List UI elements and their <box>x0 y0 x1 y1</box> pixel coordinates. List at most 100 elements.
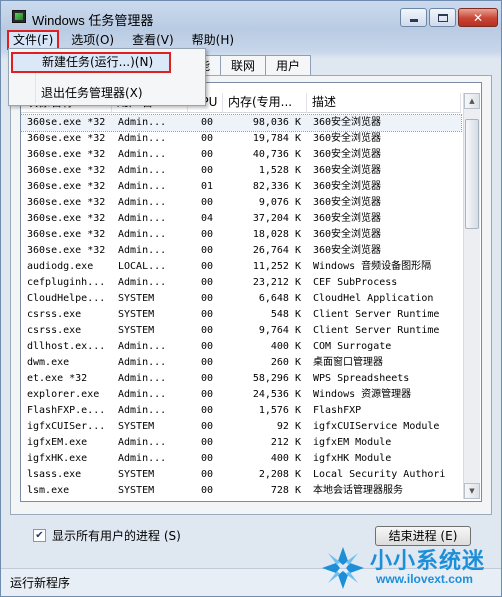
table-row[interactable]: 360se.exe *32 Admin... 00 26,764 K 360安全浏览器 <box>21 243 461 259</box>
menu-options[interactable]: 选项(O) <box>65 30 120 50</box>
process-memory: 98,036 K <box>252 117 301 128</box>
table-row[interactable]: csrss.exe SYSTEM 00 548 K Client Server Runt… <box>21 307 461 323</box>
process-memory: 1,576 K <box>258 405 301 416</box>
process-cpu: 00 <box>201 405 214 416</box>
scroll-up-icon[interactable]: ▲ <box>464 93 480 109</box>
process-memory: 23,212 K <box>252 277 301 288</box>
process-list[interactable]: 映像名称 用户名 CPU 内存(专用... 描述 360se.exe *32Ad… <box>20 82 482 502</box>
table-row[interactable]: dwm.exe Admin... 00 260 K 桌面窗口管理器 <box>21 355 461 371</box>
close-button[interactable]: ✕ <box>458 8 498 27</box>
process-name: explorer.exe <box>27 389 100 400</box>
show-all-users-checkbox[interactable]: ✔ <box>33 529 46 542</box>
process-cpu: 00 <box>201 197 214 208</box>
process-user: Admin... <box>118 437 167 448</box>
process-name: 360se.exe *32 <box>27 229 106 240</box>
process-cpu: 00 <box>201 357 214 368</box>
vertical-scrollbar[interactable]: ▲ ▼ <box>463 93 480 499</box>
process-user: Admin... <box>118 197 167 208</box>
table-row[interactable]: FlashFXP.e... Admin... 00 1,576 K FlashFXP <box>21 403 461 419</box>
table-row[interactable]: CloudHelpe... SYSTEM 00 6,648 K CloudHel App… <box>21 291 461 307</box>
close-icon: ✕ <box>472 10 484 25</box>
minimize-button[interactable] <box>400 8 427 27</box>
process-description: 360安全浏览器 <box>313 245 382 256</box>
process-name: 360se.exe *32 <box>27 181 106 192</box>
process-memory: 19,784 K <box>252 133 301 144</box>
process-cpu: 00 <box>201 261 214 272</box>
process-name: dwm.exe <box>27 357 70 368</box>
process-description: Windows 音频设备图形隔 <box>313 261 432 272</box>
menu-exit[interactable]: 退出任务管理器(X) <box>41 84 143 101</box>
process-cpu: 00 <box>201 165 214 176</box>
process-memory: 260 K <box>270 357 301 368</box>
menu-new-task[interactable]: 新建任务(运行...)(N) <box>11 52 171 73</box>
column-memory[interactable]: 内存(专用... <box>223 93 307 112</box>
process-memory: 9,764 K <box>258 325 301 336</box>
file-menu-dropdown: 新建任务(运行...)(N) 退出任务管理器(X) <box>8 48 206 106</box>
process-user: Admin... <box>118 405 167 416</box>
table-row[interactable]: igfxCUISer... SYSTEM 00 92 K igfxCUIService … <box>21 419 461 435</box>
process-memory: 1,528 K <box>258 165 301 176</box>
maximize-button[interactable] <box>429 8 456 27</box>
process-memory: 58,296 K <box>252 373 301 384</box>
process-description: Client Server Runtime <box>313 325 440 336</box>
process-name: lsass.exe <box>27 469 82 480</box>
table-row[interactable]: igfxEM.exe Admin... 00 212 K igfxEM Module <box>21 435 461 451</box>
process-description: COM Surrogate <box>313 341 392 352</box>
process-user: Admin... <box>118 213 167 224</box>
table-row[interactable]: 360se.exe *32 Admin... 00 19,784 K 360安全浏览器 <box>21 131 461 147</box>
process-cpu: 00 <box>201 341 214 352</box>
scroll-down-icon[interactable]: ▼ <box>464 483 480 499</box>
table-row[interactable]: igfxHK.exe Admin... 00 400 K igfxHK Module <box>21 451 461 467</box>
process-user: Admin... <box>118 133 167 144</box>
watermark-logo-icon <box>322 547 364 589</box>
process-description: 360安全浏览器 <box>313 213 382 224</box>
table-row[interactable]: et.exe *32 Admin... 00 58,296 K WPS Spreadsh… <box>21 371 461 387</box>
process-memory: 400 K <box>270 453 301 464</box>
process-description: 360安全浏览器 <box>313 197 382 208</box>
table-row[interactable]: 360se.exe *32 Admin... 01 82,336 K 360安全浏览器 <box>21 179 461 195</box>
table-row[interactable]: cefpluginh... Admin... 00 23,212 K CEF SubPr… <box>21 275 461 291</box>
table-row[interactable]: audiodg.exe LOCAL... 00 11,252 K Windows 音频设… <box>21 259 461 275</box>
tab-users[interactable]: 用户 <box>265 55 312 76</box>
process-cpu: 00 <box>201 117 214 128</box>
process-cpu: 00 <box>201 373 214 384</box>
scroll-thumb[interactable] <box>465 119 479 229</box>
menu-view[interactable]: 查看(V) <box>126 30 180 50</box>
column-description[interactable]: 描述 <box>307 93 461 112</box>
table-row[interactable]: 360se.exe *32 Admin... 00 1,528 K 360安全浏览器 <box>21 163 461 179</box>
process-cpu: 00 <box>201 277 214 288</box>
process-memory: 11,252 K <box>252 261 301 272</box>
process-memory: 37,204 K <box>252 213 301 224</box>
process-cpu: 00 <box>201 309 214 320</box>
process-user: Admin... <box>118 149 167 160</box>
table-row[interactable]: 360se.exe *32 Admin... 00 18,028 K 360安全浏览器 <box>21 227 461 243</box>
process-memory: 40,736 K <box>252 149 301 160</box>
process-description: 360安全浏览器 <box>313 229 382 240</box>
table-row[interactable]: lsass.exe SYSTEM 00 2,208 K Local Security A… <box>21 467 461 483</box>
show-all-users-option[interactable]: ✔ 显示所有用户的进程 (S) <box>33 527 181 544</box>
process-name: csrss.exe <box>27 325 82 336</box>
process-memory: 18,028 K <box>252 229 301 240</box>
process-description: igfxEM Module <box>313 437 392 448</box>
tab-networking[interactable]: 联网 <box>220 55 267 76</box>
table-row[interactable]: lsm.exe SYSTEM 00 728 K 本地会话管理器服务 <box>21 483 461 499</box>
table-row[interactable]: csrss.exe SYSTEM 00 9,764 K Client Server Ru… <box>21 323 461 339</box>
process-user: Admin... <box>118 373 167 384</box>
process-user: SYSTEM <box>118 469 155 480</box>
process-description: 360安全浏览器 <box>313 117 382 128</box>
process-name: et.exe *32 <box>27 373 88 384</box>
process-name: cefpluginh... <box>27 277 106 288</box>
table-row[interactable]: 360se.exe *32 Admin... 00 98,036 K 360安全浏览器 <box>21 114 462 132</box>
table-row[interactable]: 360se.exe *32 Admin... 04 37,204 K 360安全浏览器 <box>21 211 461 227</box>
table-row[interactable]: 360se.exe *32 Admin... 00 9,076 K 360安全浏览器 <box>21 195 461 211</box>
title-bar[interactable]: Windows 任务管理器 ✕ <box>1 1 501 31</box>
process-description: Client Server Runtime <box>313 309 440 320</box>
process-description: FlashFXP <box>313 405 362 416</box>
minimize-icon <box>409 19 418 22</box>
menu-file[interactable]: 文件(F) <box>7 30 60 50</box>
table-row[interactable]: explorer.exe Admin... 00 24,536 K Windows 资源… <box>21 387 461 403</box>
table-row[interactable]: 360se.exe *32 Admin... 00 40,736 K 360安全浏览器 <box>21 147 461 163</box>
table-row[interactable]: dllhost.ex... Admin... 00 400 K COM Surrogat… <box>21 339 461 355</box>
process-name: lsm.exe <box>27 485 70 496</box>
menu-help[interactable]: 帮助(H) <box>186 30 240 50</box>
